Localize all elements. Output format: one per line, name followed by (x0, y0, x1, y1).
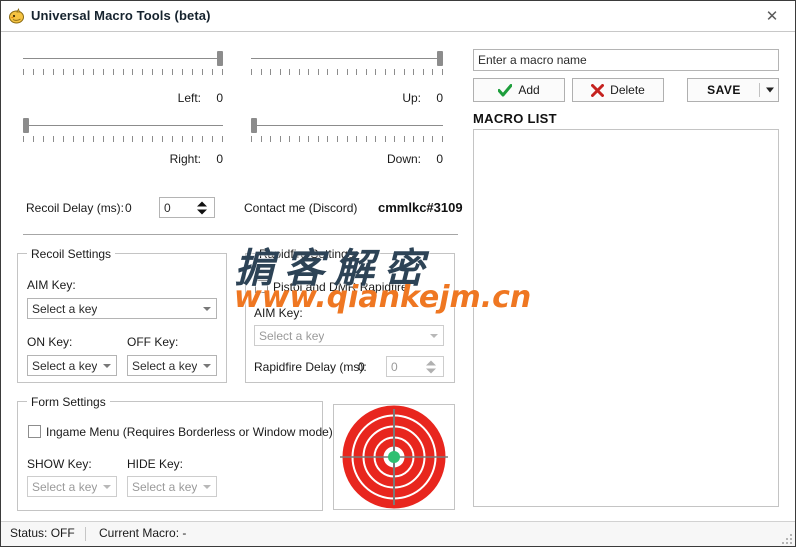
slider-down-track[interactable] (251, 125, 443, 126)
slider-right-ticks (23, 136, 223, 142)
ingame-menu-label: Ingame Menu (Requires Borderless or Wind… (46, 425, 333, 439)
recoil-off-key-select[interactable]: Select a key (127, 355, 217, 376)
recoil-aim-key-label: AIM Key: (27, 278, 76, 292)
spinner-up-icon[interactable] (426, 360, 436, 365)
slider-right[interactable] (23, 116, 223, 144)
slider-down[interactable] (251, 116, 443, 144)
window-title: Universal Macro Tools (beta) (31, 8, 211, 23)
chevron-down-icon[interactable] (203, 363, 211, 368)
target-bullseye (340, 405, 448, 509)
macro-name-input-value: Enter a macro name (478, 53, 587, 67)
chevron-down-icon[interactable] (103, 484, 111, 489)
slider-up-track[interactable] (251, 58, 443, 59)
macro-list-heading: MACRO LIST (473, 111, 557, 126)
chevron-down-icon[interactable] (430, 333, 438, 338)
slider-up-thumb[interactable] (437, 51, 443, 66)
chevron-down-icon[interactable] (203, 484, 211, 489)
hide-key-value: Select a key (132, 479, 198, 494)
slider-right-label: Right: (169, 152, 201, 166)
show-key-label: SHOW Key: (27, 457, 92, 471)
discord-tag: cmmlkc#3109 (378, 200, 463, 215)
recoil-delay-spinner[interactable]: 0 (159, 197, 215, 218)
slider-down-label: Down: (386, 152, 421, 166)
slider-down-ticks (251, 136, 443, 142)
hide-key-label: HIDE Key: (127, 457, 184, 471)
save-button-divider (759, 83, 760, 97)
slider-right-thumb[interactable] (23, 118, 29, 133)
slider-left-value: 0 (216, 91, 223, 105)
slider-up-label: Up: (402, 91, 421, 105)
slider-left[interactable] (23, 49, 223, 77)
chick-app-icon (8, 7, 26, 25)
recoil-aim-key-value: Select a key (32, 301, 98, 316)
rapidfire-delay-spinner-arrows[interactable] (426, 359, 437, 374)
macro-name-input[interactable]: Enter a macro name (473, 49, 779, 71)
recoil-on-key-select[interactable]: Select a key (27, 355, 117, 376)
section-divider (23, 234, 458, 235)
recoil-delay-spinner-arrows[interactable] (197, 200, 208, 215)
contact-label: Contact me (Discord) (244, 201, 358, 215)
recoil-on-key-value: Select a key (32, 358, 98, 373)
recoil-delay-label: Recoil Delay (ms): (26, 201, 125, 215)
ingame-menu-checkbox[interactable] (28, 425, 41, 438)
rapidfire-delay-label: Rapidfire Delay (ms): (254, 360, 367, 374)
rapidfire-settings-title: Rapidfire Settings (255, 247, 358, 261)
close-icon[interactable]: ✕ (749, 1, 795, 30)
slider-right-value: 0 (216, 152, 223, 166)
cross-icon (591, 83, 605, 97)
spinner-down-icon[interactable] (426, 368, 436, 373)
pistol-dmr-rapidfire-checkbox[interactable] (255, 280, 268, 293)
form-settings-title: Form Settings (27, 395, 110, 409)
rapidfire-delay-spinner-value: 0 (391, 359, 398, 374)
recoil-on-key-label: ON Key: (27, 335, 73, 349)
recoil-aim-key-select[interactable]: Select a key (27, 298, 217, 319)
slider-left-ticks (23, 69, 223, 75)
slider-left-track[interactable] (23, 58, 223, 59)
rapidfire-aim-key-value: Select a key (259, 328, 325, 343)
spinner-down-icon[interactable] (197, 209, 207, 214)
slider-up-ticks (251, 69, 443, 75)
recoil-delay-spinner-value: 0 (164, 200, 171, 215)
show-key-select[interactable]: Select a key (27, 476, 117, 497)
title-bar: Universal Macro Tools (beta) ✕ (1, 1, 795, 32)
rapidfire-delay-value: 0 (358, 360, 365, 374)
recoil-off-key-value: Select a key (132, 358, 198, 373)
hide-key-select[interactable]: Select a key (127, 476, 217, 497)
slider-up[interactable] (251, 49, 443, 77)
add-button[interactable]: Add (473, 78, 565, 102)
slider-down-thumb[interactable] (251, 118, 257, 133)
slider-up-value: 0 (436, 91, 443, 105)
slider-down-value: 0 (436, 152, 443, 166)
chevron-down-icon[interactable] (766, 87, 774, 93)
delete-button-label: Delete (610, 83, 645, 97)
save-button-label: SAVE (707, 83, 741, 97)
target-image-panel (333, 404, 455, 510)
slider-left-thumb[interactable] (217, 51, 223, 66)
macro-list-box[interactable] (473, 129, 779, 507)
application-window: Universal Macro Tools (beta) ✕ Left: 0 U… (0, 0, 796, 547)
slider-right-track[interactable] (23, 125, 223, 126)
rapidfire-delay-spinner[interactable]: 0 (386, 356, 444, 377)
recoil-delay-value: 0 (125, 201, 132, 215)
add-button-label: Add (518, 83, 540, 97)
status-text: Status: OFF (10, 526, 75, 540)
check-icon (498, 83, 513, 96)
rapidfire-aim-key-select[interactable]: Select a key (254, 325, 444, 346)
delete-button[interactable]: Delete (572, 78, 664, 102)
pistol-dmr-rapidfire-label: Pistol and DMR Rapidfire (273, 280, 408, 294)
chevron-down-icon[interactable] (203, 306, 211, 311)
recoil-off-key-label: OFF Key: (127, 335, 179, 349)
status-bar: Status: OFF Current Macro: - (1, 521, 795, 546)
slider-left-label: Left: (177, 91, 201, 105)
chevron-down-icon[interactable] (103, 363, 111, 368)
current-macro-text: Current Macro: - (99, 526, 187, 540)
show-key-value: Select a key (32, 479, 98, 494)
spinner-up-icon[interactable] (197, 201, 207, 206)
rapidfire-aim-key-label: AIM Key: (254, 306, 303, 320)
save-split-button[interactable]: SAVE (687, 78, 779, 102)
status-separator (85, 527, 86, 541)
resize-grip[interactable] (780, 532, 792, 544)
recoil-settings-title: Recoil Settings (27, 247, 116, 261)
